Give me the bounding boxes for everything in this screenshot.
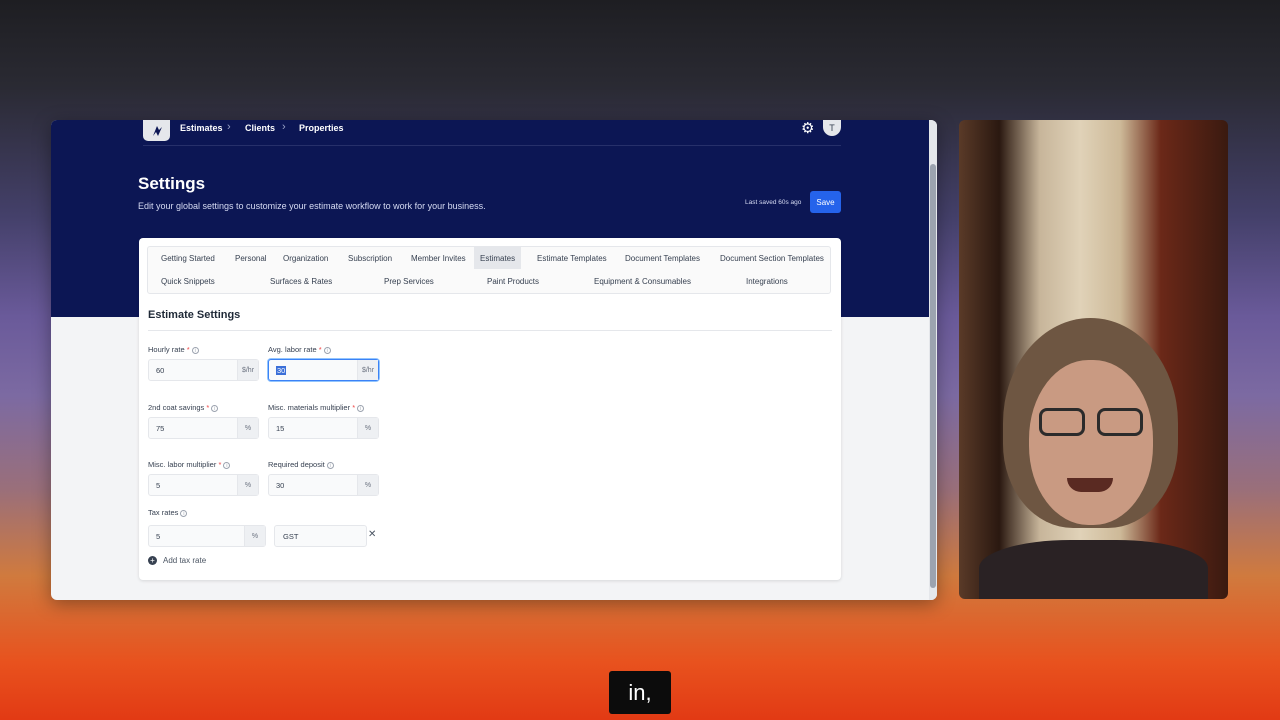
tab-paint-products[interactable]: Paint Products xyxy=(481,270,545,292)
hourly-rate-label: Hourly rate * i xyxy=(148,345,199,354)
required-deposit-label: Required deposit i xyxy=(268,460,334,469)
tab-personal[interactable]: Personal xyxy=(229,247,273,269)
remove-tax-rate-close-icon[interactable]: ✕ xyxy=(368,529,376,540)
add-tax-rate-button[interactable]: + Add tax rate xyxy=(148,556,206,565)
chevron-right-icon: › xyxy=(282,121,286,133)
save-button[interactable]: Save xyxy=(810,191,841,213)
breadcrumb-properties[interactable]: Properties xyxy=(299,123,344,133)
app-logo[interactable] xyxy=(143,120,170,141)
browser-window: Estimates › Clients › Properties ⚙ T Set… xyxy=(51,120,937,600)
tab-member-invites[interactable]: Member Invites xyxy=(405,247,472,269)
gear-icon[interactable]: ⚙ xyxy=(801,120,814,137)
section-divider xyxy=(148,330,832,331)
avg-labor-rate-field[interactable]: 30 $/hr xyxy=(268,359,379,381)
info-icon: i xyxy=(191,346,199,354)
page-subtitle: Edit your global settings to customize y… xyxy=(138,201,486,211)
tab-integrations[interactable]: Integrations xyxy=(740,270,794,292)
tab-equipment-consumables[interactable]: Equipment & Consumables xyxy=(588,270,697,292)
top-nav: Estimates › Clients › Properties ⚙ T xyxy=(143,120,841,146)
breadcrumb-clients[interactable]: Clients xyxy=(245,123,275,133)
presenter-mouth xyxy=(1067,478,1113,492)
tab-surfaces-rates[interactable]: Surfaces & Rates xyxy=(264,270,338,292)
info-icon: i xyxy=(180,509,188,517)
tab-estimate-templates[interactable]: Estimate Templates xyxy=(531,247,613,269)
tab-estimates[interactable]: Estimates xyxy=(474,247,522,269)
section-title: Estimate Settings xyxy=(148,309,241,321)
scrollbar-thumb[interactable] xyxy=(930,164,936,588)
subtitle-caption: in, xyxy=(609,671,671,714)
tab-organization[interactable]: Organization xyxy=(277,247,334,269)
plus-circle-icon: + xyxy=(148,556,157,565)
tax-rates-label: Tax rates i xyxy=(148,508,188,517)
breadcrumb-estimates[interactable]: Estimates xyxy=(180,123,223,133)
last-saved-status: Last saved 60s ago xyxy=(745,199,802,206)
tab-getting-started[interactable]: Getting Started xyxy=(155,247,221,269)
presenter-face xyxy=(1029,360,1153,525)
info-icon: i xyxy=(323,346,331,354)
misc-labor-multiplier-field[interactable]: 5 % xyxy=(148,474,259,496)
settings-card: Getting Started Personal Organization Su… xyxy=(139,238,841,580)
scrollbar[interactable] xyxy=(929,120,937,600)
logo-icon xyxy=(152,125,162,136)
avatar[interactable]: T xyxy=(823,120,841,136)
info-icon: i xyxy=(223,461,231,469)
presenter-shirt xyxy=(979,540,1208,599)
misc-materials-multiplier-field[interactable]: 15 % xyxy=(268,417,379,439)
settings-tabs: Getting Started Personal Organization Su… xyxy=(147,246,831,294)
misc-labor-multiplier-label: Misc. labor multiplier * i xyxy=(148,460,231,469)
tax-rate-value-field[interactable]: 5 % xyxy=(148,525,266,547)
tab-document-section-templates[interactable]: Document Section Templates xyxy=(714,247,830,269)
hourly-rate-field[interactable]: 60 $/hr xyxy=(148,359,259,381)
second-coat-savings-field[interactable]: 75 % xyxy=(148,417,259,439)
second-coat-savings-label: 2nd coat savings * i xyxy=(148,403,219,412)
info-icon: i xyxy=(326,461,334,469)
tab-prep-services[interactable]: Prep Services xyxy=(378,270,440,292)
tab-document-templates[interactable]: Document Templates xyxy=(619,247,706,269)
chevron-right-icon: › xyxy=(227,121,231,133)
webcam-video xyxy=(959,120,1228,599)
glasses-shape xyxy=(1029,408,1153,440)
info-icon: i xyxy=(357,404,365,412)
tab-quick-snippets[interactable]: Quick Snippets xyxy=(155,270,221,292)
page-title: Settings xyxy=(138,174,206,193)
info-icon: i xyxy=(211,404,219,412)
avg-labor-rate-label: Avg. labor rate * i xyxy=(268,345,331,354)
tab-subscription[interactable]: Subscription xyxy=(342,247,398,269)
tax-rate-name-field[interactable]: GST xyxy=(274,525,367,547)
misc-materials-multiplier-label: Misc. materials multiplier * i xyxy=(268,403,365,412)
required-deposit-field[interactable]: 30 % xyxy=(268,474,379,496)
